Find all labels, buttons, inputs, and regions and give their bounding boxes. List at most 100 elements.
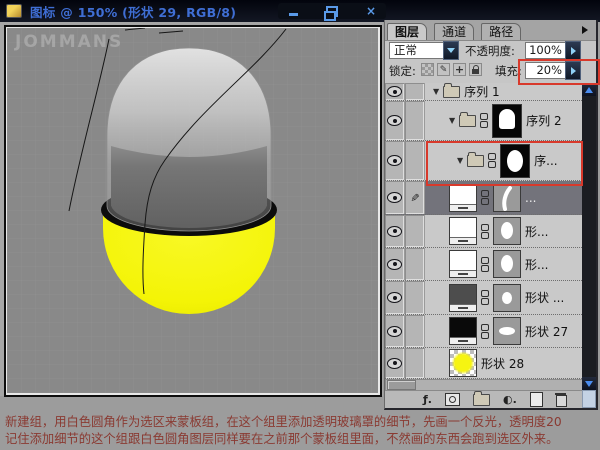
fill-value[interactable]: 20% [525, 62, 566, 79]
lock-transparency-icon[interactable] [421, 63, 434, 76]
eye-cell[interactable] [385, 181, 405, 214]
layer-thumbnail[interactable] [449, 183, 477, 212]
layer-thumbnail[interactable] [449, 217, 477, 245]
vector-mask-thumbnail[interactable] [493, 283, 521, 312]
layer-thumbnail[interactable] [449, 250, 477, 278]
link-cell[interactable] [405, 248, 425, 280]
scrollbar-thumb[interactable] [387, 380, 416, 390]
link-icon[interactable] [481, 323, 489, 339]
layer-row-content[interactable]: ... [425, 181, 582, 214]
delete-layer-icon[interactable] [554, 392, 567, 407]
panel-menu-icon[interactable] [582, 26, 588, 34]
scroll-up-icon[interactable] [582, 83, 596, 96]
eye-icon[interactable] [387, 225, 402, 237]
link-cell[interactable] [405, 348, 425, 378]
eye-icon[interactable] [387, 258, 402, 270]
layer-row[interactable]: 形... [385, 248, 582, 281]
eye-icon[interactable] [387, 155, 402, 166]
layer-row-content[interactable]: ▼ 序列 1 [425, 82, 582, 100]
expander-icon[interactable]: ▼ [449, 116, 455, 125]
layer-row[interactable]: ▼ 序列 2 [385, 101, 582, 141]
horizontal-scrollbar[interactable] [385, 379, 582, 390]
eye-cell[interactable] [385, 281, 405, 314]
eye-cell[interactable] [385, 315, 405, 347]
scroll-down-icon[interactable] [582, 377, 596, 390]
restore-icon[interactable] [323, 4, 341, 21]
fill-arrow-icon[interactable] [565, 61, 581, 80]
layer-row-content[interactable]: 形状 ... [425, 281, 582, 314]
layer-row-content[interactable]: 形... [425, 215, 582, 247]
vector-mask-thumbnail[interactable] [493, 250, 521, 278]
eye-icon[interactable] [387, 86, 402, 97]
eye-icon[interactable] [387, 192, 402, 203]
vector-mask-thumbnail[interactable] [493, 317, 521, 345]
layer-thumbnail[interactable] [449, 349, 477, 377]
layer-mask-thumbnail[interactable] [500, 143, 531, 178]
link-cell[interactable]: ✎ [405, 181, 425, 214]
close-icon[interactable]: × [362, 4, 380, 18]
add-layer-style-icon[interactable]: ƒ. [423, 393, 432, 406]
link-icon[interactable] [480, 113, 489, 128]
blend-mode-dropdown-icon[interactable] [443, 41, 459, 60]
lock-all-icon[interactable] [469, 63, 482, 76]
blend-mode-select[interactable]: 正常 [389, 42, 448, 59]
eye-cell[interactable] [385, 101, 405, 140]
link-cell[interactable] [405, 83, 425, 100]
tab-channels[interactable]: 通道 [434, 23, 475, 40]
layer-row[interactable]: 形状 27 [385, 315, 582, 348]
eye-cell[interactable] [385, 248, 405, 280]
link-icon[interactable] [488, 153, 497, 168]
layer-row-content[interactable]: ▼ 序... [425, 141, 582, 180]
layer-mask-thumbnail[interactable] [492, 103, 523, 138]
eye-cell[interactable] [385, 215, 405, 247]
tab-paths[interactable]: 路径 [481, 23, 522, 40]
layer-row-content[interactable]: 形... [425, 248, 582, 280]
eye-icon[interactable] [387, 357, 402, 369]
link-cell[interactable] [405, 281, 425, 314]
layer-row[interactable]: 形... [385, 215, 582, 248]
layer-row-content[interactable]: 形状 28 [425, 348, 582, 378]
lock-position-icon[interactable]: + [453, 63, 466, 76]
link-icon[interactable] [481, 190, 489, 205]
layer-row-content[interactable]: 形状 27 [425, 315, 582, 347]
canvas[interactable]: JOMMANS [7, 28, 378, 393]
link-cell[interactable] [405, 141, 425, 180]
link-icon[interactable] [481, 256, 489, 272]
eye-icon[interactable] [387, 115, 402, 126]
lock-image-icon[interactable]: ✎ [437, 63, 450, 76]
layer-row[interactable]: 形状 28 [385, 348, 582, 379]
vector-shape [501, 222, 513, 239]
minimize-icon[interactable] [284, 4, 302, 18]
new-layer-icon[interactable] [529, 392, 543, 407]
new-group-icon[interactable] [472, 390, 490, 406]
link-cell[interactable] [405, 315, 425, 347]
layer-row[interactable]: ▼ 序... [385, 141, 582, 181]
link-cell[interactable] [405, 101, 425, 140]
tab-layers[interactable]: 图层 [387, 23, 428, 40]
eye-icon[interactable] [387, 325, 402, 337]
layer-row[interactable]: ▼ 序列 1 [385, 82, 582, 101]
document-titlebar[interactable]: 图标 @ 150% (形状 29, RGB/8) × [0, 0, 600, 22]
layer-thumbnail[interactable] [449, 317, 477, 345]
vector-mask-thumbnail[interactable] [493, 183, 521, 212]
layer-row[interactable]: 形状 ... [385, 281, 582, 315]
vector-mask-thumbnail[interactable] [493, 217, 521, 245]
expander-icon[interactable]: ▼ [433, 87, 439, 96]
new-adjustment-layer-icon[interactable]: ◐. [503, 393, 517, 406]
opacity-value[interactable]: 100% [525, 42, 566, 59]
layer-thumbnail[interactable] [449, 283, 477, 312]
eye-cell[interactable] [385, 141, 405, 180]
layer-row-content[interactable]: ▼ 序列 2 [425, 101, 582, 140]
link-cell[interactable] [405, 215, 425, 247]
add-layer-mask-icon[interactable] [444, 393, 460, 406]
eye-cell[interactable] [385, 348, 405, 378]
link-icon[interactable] [481, 223, 489, 239]
eye-icon[interactable] [387, 292, 402, 303]
layer-row[interactable]: ✎... [385, 181, 582, 215]
link-icon[interactable] [481, 290, 489, 305]
expander-icon[interactable]: ▼ [457, 156, 463, 165]
vertical-scrollbar[interactable] [582, 83, 596, 390]
eye-cell[interactable] [385, 83, 405, 100]
panel-resize-corner[interactable] [582, 390, 596, 408]
opacity-arrow-icon[interactable] [565, 41, 581, 60]
